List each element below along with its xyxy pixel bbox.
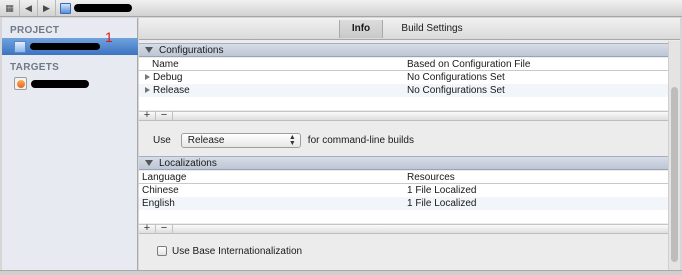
grid-glyph: ▦ [5, 2, 14, 13]
base-internationalization-checkbox[interactable] [157, 246, 167, 256]
annotation-1: 1 [105, 29, 113, 45]
remove-localization-button[interactable]: − [156, 223, 173, 234]
table-row[interactable]: English 1 File Localized [139, 197, 668, 210]
redacted-project-name [30, 43, 100, 50]
configurations-title: Configurations [159, 44, 224, 56]
config-based-on[interactable]: No Configurations Set [407, 71, 505, 84]
table-row[interactable]: Release No Configurations Set [139, 84, 668, 97]
localizations-title: Localizations [159, 157, 217, 169]
column-header-based-on[interactable]: Based on Configuration File [407, 58, 530, 71]
jump-bar: ▦ ◀ ▶ [0, 0, 682, 17]
table-header-row: Name Based on Configuration File [139, 58, 668, 71]
nav-item-project[interactable] [2, 38, 138, 55]
config-name: Release [153, 85, 190, 96]
configurations-header[interactable]: Configurations [139, 43, 668, 57]
disclosure-down-icon[interactable] [145, 47, 153, 53]
language-resources: 1 File Localized [407, 185, 477, 196]
back-arrow-icon[interactable]: ◀ [20, 0, 38, 16]
localizations-table: Language Resources Chinese 1 File Locali… [139, 171, 668, 223]
table-header-row: Language Resources [139, 171, 668, 184]
project-navigator: PROJECT TARGETS [2, 18, 138, 270]
project-header: PROJECT [10, 25, 60, 36]
disclosure-right-icon[interactable] [145, 74, 150, 80]
column-header-name[interactable]: Name [152, 58, 179, 71]
add-localization-button[interactable]: + [139, 223, 156, 234]
language-resources: 1 File Localized [407, 198, 477, 209]
forward-glyph: ▶ [43, 2, 50, 13]
forward-arrow-icon[interactable]: ▶ [38, 0, 56, 16]
config-based-on[interactable]: No Configurations Set [407, 84, 505, 97]
redacted-target-name [31, 79, 89, 88]
use-suffix: for command-line builds [307, 134, 414, 146]
project-file-icon [60, 2, 71, 14]
tab-bar: Info Build Settings [139, 18, 680, 40]
base-internationalization-label[interactable]: Use Base Internationalization [172, 246, 302, 257]
localizations-footer: + − [139, 223, 668, 234]
back-glyph: ◀ [25, 2, 32, 13]
bottom-bar [0, 270, 682, 275]
language-name: Chinese [142, 185, 179, 196]
localizations-header[interactable]: Localizations [139, 156, 668, 170]
remove-configuration-button[interactable]: − [156, 110, 173, 121]
targets-header: TARGETS [10, 62, 60, 73]
table-row[interactable]: Chinese 1 File Localized [139, 184, 668, 197]
command-line-config-row: Use Release ▲ ▼ for command-line builds [139, 127, 668, 153]
app-target-icon [14, 77, 27, 90]
vertical-scrollbar[interactable] [668, 41, 680, 270]
scrollbar-thumb[interactable] [671, 87, 678, 262]
nav-item-target[interactable] [2, 75, 138, 92]
column-header-language[interactable]: Language [142, 171, 187, 184]
project-editor: Info Build Settings Configurations Name … [139, 18, 680, 270]
tab-build-settings[interactable]: Build Settings [394, 20, 470, 38]
table-row-empty [139, 210, 668, 223]
table-row-empty [139, 97, 668, 110]
use-label: Use [153, 134, 171, 146]
info-content: Configurations Name Based on Configurati… [139, 41, 668, 270]
configurations-footer: + − [139, 110, 668, 121]
config-name: Debug [153, 72, 183, 83]
column-header-resources[interactable]: Resources [407, 171, 455, 184]
add-configuration-button[interactable]: + [139, 110, 156, 121]
language-name: English [142, 198, 175, 209]
command-line-config-popup[interactable]: Release ▲ ▼ [180, 132, 301, 148]
tab-info[interactable]: Info [339, 20, 383, 38]
grid-icon[interactable]: ▦ [0, 0, 20, 16]
popup-arrows-icon: ▲ ▼ [288, 133, 296, 147]
disclosure-right-icon[interactable] [145, 87, 150, 93]
configurations-table: Name Based on Configuration File Debug N… [139, 58, 668, 110]
table-row[interactable]: Debug No Configurations Set [139, 71, 668, 84]
disclosure-down-icon[interactable] [145, 160, 153, 166]
selected-config: Release [187, 134, 225, 146]
redacted-project-name[interactable] [74, 4, 132, 12]
base-internationalization-row: Use Base Internationalization [139, 238, 668, 264]
project-icon [14, 40, 26, 53]
